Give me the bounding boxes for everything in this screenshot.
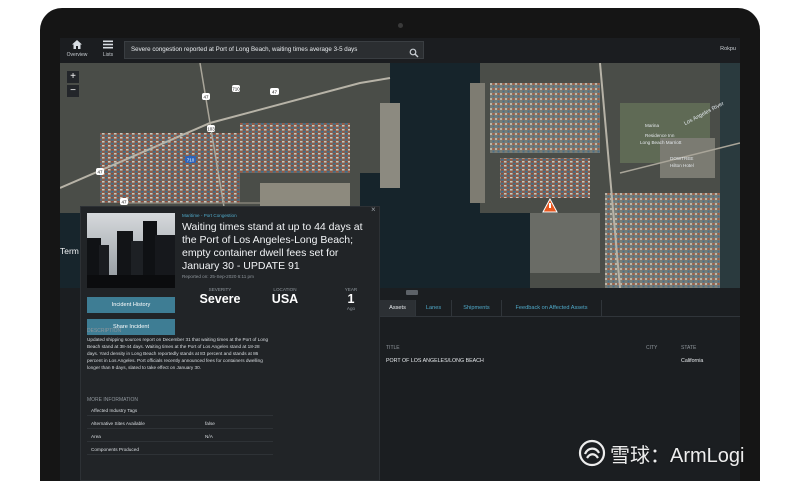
route-shield-number: 47 <box>203 94 209 99</box>
app-screen: Overview Lists Severe congestion reporte… <box>60 38 740 481</box>
map-label-dowtree: DOWTREE <box>670 156 694 161</box>
laptop-frame: Overview Lists Severe congestion reporte… <box>40 8 760 481</box>
year-sub: Ago <box>346 306 356 311</box>
route-shield: 47 <box>270 88 279 95</box>
map-label-marriott: Long Beach Marriott <box>640 140 682 145</box>
user-name[interactable]: Rokpu <box>720 46 736 52</box>
route-shield: 47 <box>202 93 210 100</box>
incident-card: Maritime - Port Congestion Waiting times… <box>80 205 380 481</box>
year-stat: YEAR 1 Ago <box>333 287 369 311</box>
zoom-in-button[interactable]: + <box>67 71 79 83</box>
map-label-hilton: Hilton Hotel <box>670 163 694 168</box>
route-shield-number: 103 <box>207 126 215 131</box>
incident-history-button[interactable]: Incident History <box>87 297 175 313</box>
tab-lanes[interactable]: Lanes <box>416 300 452 316</box>
info-value: false <box>205 421 215 426</box>
table-cell-title[interactable]: PORT OF LOS ANGELES/LONG BEACH <box>386 358 484 364</box>
incident-title: Waiting times stand at up to 44 days at … <box>182 221 363 272</box>
route-shield: 710 <box>185 156 196 163</box>
assets-tabs: Assets Lanes Shipments Feedback on Affec… <box>380 300 740 317</box>
route-shield-number: 47 <box>272 89 278 94</box>
snowball-logo-icon <box>578 439 606 467</box>
route-shield: 47 <box>96 168 104 175</box>
info-key: Area <box>91 434 101 439</box>
incident-category[interactable]: Maritime - Port Congestion <box>182 213 237 218</box>
incident-photo <box>87 213 175 288</box>
nav-lists-label: Lists <box>102 52 114 58</box>
nav-overview-button[interactable]: Overview <box>60 40 94 62</box>
search-text: Severe congestion reported at Port of Lo… <box>131 46 358 53</box>
list-icon <box>91 40 125 51</box>
more-information-label: MORE INFORMATION <box>87 397 139 403</box>
tab-feedback[interactable]: Feedback on Affected Assets <box>502 300 602 316</box>
map-label-residence-inn: Residence Inn <box>645 133 675 138</box>
route-shield-number: 710 <box>232 86 240 91</box>
column-header-state[interactable]: STATE <box>681 345 696 351</box>
route-shield-number: 710 <box>187 157 195 162</box>
incident-reported-date: Reported on: 25-Sep-2020 6:11 pm <box>182 274 254 279</box>
tab-assets[interactable]: Assets <box>380 300 416 316</box>
home-icon <box>60 40 94 51</box>
panel-resize-handle[interactable] <box>406 290 418 295</box>
location-stat: LOCATION USA <box>265 287 305 306</box>
info-key: Components Produced <box>91 447 139 452</box>
info-key: Affected Industry Tags <box>91 408 138 413</box>
severity-value: Severe <box>199 292 241 306</box>
info-row: Affected Industry Tags <box>87 405 273 416</box>
tab-shipments[interactable]: Shipments <box>452 300 502 316</box>
route-shield: 710 <box>232 85 240 92</box>
top-bar: Overview Lists Severe congestion reporte… <box>60 38 740 63</box>
info-value: N/A <box>205 434 213 439</box>
route-shield-number: 47 <box>121 199 127 204</box>
table-cell-state: California <box>681 358 704 364</box>
description-text: Updated shipping sources report on Decem… <box>87 337 269 370</box>
year-value: 1 <box>347 292 355 306</box>
info-row: Alternative Sites Available false <box>87 418 273 429</box>
route-shield: 103 <box>207 125 215 132</box>
severity-stat: SEVERITY Severe <box>193 287 247 306</box>
info-row: Components Produced <box>87 444 273 455</box>
zoom-out-button[interactable]: − <box>67 85 79 97</box>
description-label: DESCRIPTION <box>87 328 122 334</box>
close-icon[interactable]: × <box>371 205 376 214</box>
location-value: USA <box>271 292 299 306</box>
info-key: Alternative Sites Available <box>91 421 145 426</box>
camera-dot <box>398 23 403 28</box>
map-label-terminal: Term <box>60 246 79 256</box>
info-row: Area N/A <box>87 431 273 442</box>
nav-overview-label: Overview <box>66 52 88 58</box>
column-header-city[interactable]: CITY <box>646 345 657 351</box>
map-label-marina: Marina <box>645 123 660 128</box>
route-shield-number: 47 <box>97 169 103 174</box>
nav-lists-button[interactable]: Lists <box>91 40 125 62</box>
search-input[interactable]: Severe congestion reported at Port of Lo… <box>124 41 424 59</box>
watermark-text: 雪球：ArmLogi <box>610 444 745 467</box>
route-shield: 47 <box>120 198 128 205</box>
search-icon[interactable] <box>409 45 419 58</box>
watermark: 雪球：ArmLogi <box>578 438 744 468</box>
column-header-title[interactable]: TITLE <box>386 345 400 351</box>
